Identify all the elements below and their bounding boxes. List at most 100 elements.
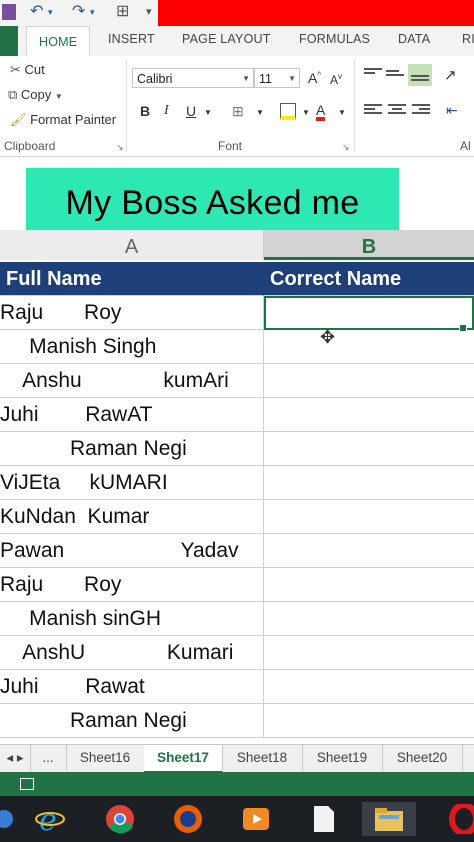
correct-name-cell[interactable] [264, 432, 474, 466]
correct-name-cell[interactable] [264, 636, 474, 670]
separator [354, 60, 355, 152]
bottom-align-icon[interactable] [408, 64, 432, 86]
correct-name-cell[interactable] [264, 466, 474, 500]
full-name-cell[interactable]: ViJEta kUMARI [0, 466, 264, 500]
chevron-down-icon[interactable]: ▼ [204, 108, 212, 117]
tab-sheet20[interactable]: Sheet20 [382, 745, 463, 771]
borders-icon[interactable]: ⊞ [232, 103, 244, 120]
chevron-down-icon: ▼ [54, 92, 63, 101]
table-row: ViJEta kUMARI [0, 466, 474, 500]
align-left-icon[interactable] [364, 104, 382, 118]
chevron-down-icon[interactable]: ▼ [338, 108, 346, 117]
underline-button[interactable]: U [186, 103, 196, 119]
decrease-indent-icon[interactable]: ⇤ [446, 102, 458, 119]
tab-review[interactable]: RI [462, 32, 474, 46]
ribbon-tabs: HOME INSERT PAGE LAYOUT FORMULAS DATA RI [0, 26, 474, 57]
full-name-cell[interactable]: Manish Singh [0, 330, 264, 364]
full-name-cell[interactable]: Manish sinGH [0, 602, 264, 636]
align-right-icon[interactable] [412, 104, 430, 118]
copy-button[interactable]: ⧉ Copy ▼ [8, 87, 63, 103]
table-row: AnshU Kumari [0, 636, 474, 670]
middle-align-icon[interactable] [386, 70, 404, 84]
tab-data[interactable]: DATA [398, 32, 430, 46]
full-name-cell[interactable]: Raman Negi [0, 432, 264, 466]
file-explorer-button[interactable] [362, 802, 416, 836]
full-name-cell[interactable]: Pawan Yadav [0, 534, 264, 568]
full-name-cell[interactable]: Raman Negi [0, 704, 264, 738]
shrink-font-button[interactable]: Av [330, 72, 342, 87]
firefox-button[interactable] [170, 802, 206, 836]
file-button[interactable] [306, 802, 342, 836]
start-button[interactable] [0, 802, 22, 836]
correct-name-cell-selected[interactable] [264, 296, 474, 330]
sheet-view-icon[interactable] [20, 778, 34, 790]
tab-insert[interactable]: INSERT [108, 32, 155, 46]
italic-button[interactable]: I [164, 103, 169, 119]
taskbar: e [0, 796, 474, 842]
clipboard-launcher-icon[interactable]: ↘ [116, 142, 124, 153]
tab-formulas[interactable]: FORMULAS [299, 32, 370, 46]
opera-button[interactable] [446, 802, 474, 836]
font-launcher-icon[interactable]: ↘ [342, 142, 350, 153]
font-name-select[interactable]: Calibri ▼ [132, 68, 254, 88]
tab-home[interactable]: HOME [26, 26, 91, 57]
orientation-icon[interactable]: ↗ [444, 66, 457, 84]
file-tab[interactable] [0, 26, 18, 56]
column-header-a[interactable]: A [0, 230, 264, 260]
correct-name-cell[interactable] [264, 398, 474, 432]
header-full-name[interactable]: Full Name [0, 262, 264, 296]
font-size-select[interactable]: 11 ▼ [254, 68, 300, 88]
cut-button[interactable]: ✂ Cut [10, 62, 45, 78]
scroll-tabs-button[interactable]: ◂ ▸ [0, 745, 31, 771]
table-header-row: Full Name Correct Name [0, 262, 474, 296]
column-header-b[interactable]: B [264, 230, 474, 260]
save-icon[interactable] [2, 4, 16, 20]
top-align-icon[interactable] [364, 68, 382, 82]
redo-icon[interactable]: ↷ [72, 2, 85, 22]
correct-name-cell[interactable] [264, 500, 474, 534]
undo-icon[interactable]: ↶ [30, 2, 43, 22]
header-correct-name[interactable]: Correct Name [264, 262, 474, 296]
correct-name-cell[interactable] [264, 364, 474, 398]
full-name-cell[interactable]: Juhi RawAT [0, 398, 264, 432]
tab-sheet18[interactable]: Sheet18 [222, 745, 303, 771]
full-name-cell[interactable]: KuNdan Kumar [0, 500, 264, 534]
format-painter-button[interactable]: 🖌 Format Painter [10, 112, 116, 128]
correct-name-cell[interactable] [264, 534, 474, 568]
fill-handle[interactable] [459, 324, 467, 332]
internet-explorer-button[interactable]: e [32, 802, 68, 836]
more-sheets-button[interactable]: ... [30, 745, 67, 771]
media-player-button[interactable] [238, 802, 274, 836]
correct-name-cell[interactable] [264, 704, 474, 738]
full-name-cell[interactable]: AnshU Kumari [0, 636, 264, 670]
grow-font-button[interactable]: A^ [308, 70, 321, 86]
full-name-cell[interactable]: Anshu kumAri [0, 364, 264, 398]
correct-name-cell[interactable] [264, 670, 474, 704]
table-row: KuNdan Kumar [0, 500, 474, 534]
undo-dropdown-icon[interactable]: ▾ [48, 2, 53, 22]
correct-name-cell[interactable] [264, 568, 474, 602]
chevron-down-icon[interactable]: ▼ [302, 108, 310, 117]
font-color-button[interactable]: A [316, 103, 326, 121]
internet-explorer-icon: e [35, 804, 65, 834]
borders-icon[interactable]: ⊞ [116, 2, 129, 22]
full-name-cell[interactable]: Juhi Rawat [0, 670, 264, 704]
tab-sheet16[interactable]: Sheet16 [66, 745, 145, 771]
tab-sheet17[interactable]: Sheet17 [144, 745, 223, 773]
full-name-cell[interactable]: Raju Roy [0, 568, 264, 602]
chevron-down-icon[interactable]: ▼ [256, 108, 264, 117]
scissors-icon: ✂ [10, 62, 21, 77]
tab-sheet19[interactable]: Sheet19 [302, 745, 383, 771]
align-center-icon[interactable] [388, 104, 406, 118]
customize-qat-icon[interactable]: ▾ [146, 2, 152, 22]
chrome-button[interactable] [102, 802, 138, 836]
correct-name-cell[interactable] [264, 330, 474, 364]
bold-button[interactable]: B [140, 103, 150, 119]
tab-page-layout[interactable]: PAGE LAYOUT [182, 32, 271, 46]
fill-color-button[interactable] [280, 103, 296, 123]
copy-label: Copy [20, 87, 52, 102]
correct-name-cell[interactable] [264, 602, 474, 636]
redo-dropdown-icon[interactable]: ▾ [90, 2, 95, 22]
title-bar-cover [158, 0, 474, 26]
full-name-cell[interactable]: Raju Roy [0, 296, 264, 330]
